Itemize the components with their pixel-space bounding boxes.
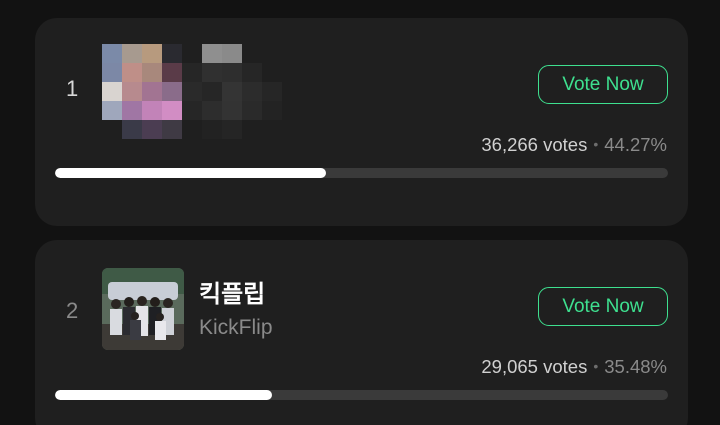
vote-percentage: 35.48%: [604, 356, 667, 377]
vote-stats: 36,266 votes • 44.27%: [481, 134, 667, 156]
artist-photo: [102, 268, 184, 350]
artist-image-pixelated: [102, 44, 282, 140]
vote-now-button[interactable]: Vote Now: [538, 65, 668, 104]
vote-progress-fill: [55, 168, 327, 178]
rank-number: 1: [66, 76, 79, 101]
vote-now-button[interactable]: Vote Now: [538, 287, 668, 326]
vote-progress-fill: [55, 390, 273, 400]
artist-english-name: KickFlip: [199, 316, 273, 339]
vote-progress-bar: [55, 390, 668, 400]
vote-count: 36,266 votes: [481, 134, 588, 155]
separator-dot: •: [593, 136, 599, 152]
ranking-card-2: 2 킥플립 KickFlip Vote Now 29,065 votes • 3…: [35, 240, 688, 425]
vote-progress-bar: [55, 168, 668, 178]
rank-number: 2: [66, 298, 79, 323]
artist-name: 킥플립: [199, 280, 266, 308]
vote-count: 29,065 votes: [481, 356, 588, 377]
separator-dot: •: [593, 358, 599, 374]
ranking-card-1: 1 Vote Now 36,266 votes • 44.27%: [35, 18, 688, 226]
vote-stats: 29,065 votes • 35.48%: [481, 356, 667, 378]
vote-percentage: 44.27%: [604, 134, 667, 155]
vote-ranking-page: 1 Vote Now 36,266 votes • 44.27% 2 킥플립 K…: [0, 0, 720, 425]
group-photo-image: [102, 268, 184, 350]
